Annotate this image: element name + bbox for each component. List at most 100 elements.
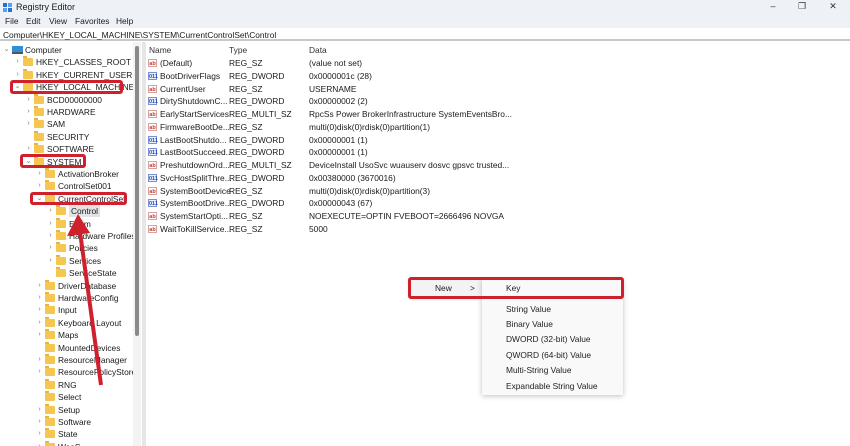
column-header-name[interactable]: Name	[149, 45, 171, 55]
menu-bar: File Edit View Favorites Help	[0, 15, 850, 28]
menu-help[interactable]: Help	[116, 16, 133, 26]
folder-icon	[45, 329, 55, 340]
tree-item-label: Services	[69, 255, 102, 266]
maximize-button[interactable]: ❐	[792, 1, 812, 13]
value-type: REG_SZ	[229, 223, 263, 234]
string-value-icon: ab	[148, 110, 157, 118]
value-data: 0x00000001 (1)	[309, 147, 368, 158]
menu-edit[interactable]: Edit	[26, 16, 40, 26]
folder-icon	[45, 366, 55, 377]
string-value-icon: ab	[148, 186, 157, 195]
tree-item-label: Maps	[58, 330, 79, 341]
value-row[interactable]: 011 DirtyShutdownC... REG_DWORD 0x00000002 …	[146, 95, 846, 107]
value-row[interactable]: ab PreshutdownOrd... REG_MULTI_SZ DeviceIns…	[146, 159, 846, 171]
value-type: REG_SZ	[229, 83, 263, 94]
chevron-right-icon[interactable]: ›	[36, 317, 43, 329]
menu-item-dword-value[interactable]: DWORD (32-bit) Value	[506, 334, 591, 344]
value-name: CurrentUser	[160, 83, 206, 94]
chevron-right-icon[interactable]: ›	[36, 304, 43, 316]
value-row[interactable]: ab (Default) REG_SZ (value not set)	[146, 57, 846, 69]
value-type: REG_DWORD	[229, 147, 285, 158]
tree-item-label: HARDWARE	[47, 107, 96, 117]
highlight-new-key	[408, 277, 624, 299]
value-data: multi(0)disk(0)rdisk(0)partition(3)	[309, 185, 430, 196]
chevron-right-icon[interactable]: ›	[47, 218, 54, 230]
value-type: REG_DWORD	[229, 96, 285, 107]
tree-scrollbar-thumb[interactable]	[135, 46, 139, 336]
highlight-currentcontrolset	[30, 192, 127, 205]
menu-favorites[interactable]: Favorites	[75, 16, 109, 26]
menu-view[interactable]: View	[49, 16, 67, 26]
highlight-hklm	[10, 80, 123, 94]
folder-icon	[45, 416, 55, 426]
value-row[interactable]: ab SystemBootDevice REG_SZ multi(0)disk(0)r…	[146, 185, 846, 197]
menu-item-qword-value[interactable]: QWORD (64-bit) Value	[506, 350, 591, 360]
chevron-right-icon[interactable]: ›	[36, 404, 43, 416]
menu-item-binary-value[interactable]: Binary Value	[506, 319, 553, 329]
value-name: LastBootSucceed...	[160, 147, 233, 158]
menu-item-multi-string-value[interactable]: Multi-String Value	[506, 365, 571, 375]
folder-icon	[23, 56, 33, 67]
string-value-icon: ab	[148, 212, 157, 220]
value-data: 5000	[309, 223, 328, 234]
column-header-data[interactable]: Data	[309, 45, 327, 55]
folder-icon	[45, 391, 55, 402]
chevron-right-icon[interactable]: ›	[25, 118, 32, 130]
chevron-right-icon[interactable]: ›	[47, 205, 54, 217]
chevron-right-icon[interactable]: ›	[36, 292, 43, 304]
value-data: (value not set)	[309, 58, 363, 68]
menu-file[interactable]: File	[5, 16, 19, 26]
chevron-right-icon[interactable]: ›	[47, 255, 54, 267]
folder-icon	[45, 168, 55, 178]
folder-icon	[34, 130, 44, 141]
folder-icon	[45, 378, 55, 389]
folder-icon	[45, 354, 55, 364]
chevron-right-icon[interactable]: ›	[36, 280, 43, 292]
string-value-icon: ab	[148, 84, 157, 93]
value-row[interactable]: ab WaitToKillService... REG_SZ 5000	[146, 223, 846, 235]
value-row[interactable]: ab CurrentUser REG_SZ USERNAME	[146, 83, 846, 95]
value-data: USERNAME	[309, 83, 357, 94]
value-data: 0x0000001c (28)	[309, 70, 372, 81]
chevron-right-icon[interactable]: ›	[36, 168, 43, 180]
chevron-right-icon[interactable]: ›	[47, 242, 54, 254]
value-type: REG_SZ	[229, 121, 263, 132]
chevron-right-icon[interactable]: ›	[36, 329, 43, 341]
chevron-right-icon[interactable]: ›	[36, 416, 43, 428]
value-row[interactable]: 011 SvcHostSplitThre... REG_DWORD 0x0038000…	[146, 172, 846, 184]
string-value-icon: ab	[148, 224, 157, 233]
value-type: REG_MULTI_SZ	[229, 109, 292, 119]
column-header-type[interactable]: Type	[229, 45, 247, 55]
chevron-right-icon[interactable]: ›	[14, 69, 21, 81]
chevron-right-icon[interactable]: ›	[36, 428, 43, 440]
value-name: SvcHostSplitThre...	[160, 172, 232, 183]
folder-icon	[56, 267, 66, 278]
value-row[interactable]: ab SystemStartOpti... REG_SZ NOEXECUTE=OPT…	[146, 210, 846, 222]
chevron-right-icon[interactable]: ›	[47, 230, 54, 242]
address-bar[interactable]: Computer\HKEY_LOCAL_MACHINE\SYSTEM\Curre…	[0, 28, 850, 41]
value-row[interactable]: 011 LastBootSucceed... REG_DWORD 0x00000001…	[146, 146, 846, 158]
minimize-button[interactable]: –	[763, 1, 783, 13]
menu-item-expandable-string-value[interactable]: Expandable String Value	[506, 381, 598, 391]
registry-editor-icon	[3, 3, 12, 12]
close-button[interactable]: ✕	[823, 1, 843, 13]
chevron-right-icon[interactable]: ›	[25, 94, 32, 106]
chevron-right-icon[interactable]: ›	[36, 354, 43, 366]
folder-icon	[56, 230, 66, 240]
value-row[interactable]: 011 SystemBootDrive... REG_DWORD 0x00000043…	[146, 197, 846, 209]
chevron-right-icon[interactable]: ›	[36, 366, 43, 378]
folder-icon	[34, 118, 44, 129]
tree-pane[interactable]: ⌄ Computer › HKEY_CLASSES_ROOT › HKEY_CURRENT…	[0, 42, 142, 446]
value-row[interactable]: 011 LastBootShutdo... REG_DWORD 0x00000001 …	[146, 134, 846, 146]
chevron-right-icon[interactable]: ›	[36, 180, 43, 192]
chevron-down-icon[interactable]: ⌄	[3, 44, 10, 56]
value-row[interactable]: ab EarlyStartServices REG_MULTI_SZ RpcSs Po…	[146, 108, 846, 120]
value-name: BootDriverFlags	[160, 70, 221, 81]
value-row[interactable]: 011 BootDriverFlags REG_DWORD 0x0000001c (2…	[146, 70, 846, 82]
chevron-right-icon[interactable]: ›	[36, 441, 43, 446]
tree-item-label: Setup	[58, 404, 80, 415]
menu-item-string-value[interactable]: String Value	[506, 304, 551, 314]
chevron-right-icon[interactable]: ›	[14, 56, 21, 68]
chevron-right-icon[interactable]: ›	[25, 106, 32, 118]
value-row[interactable]: ab FirmwareBootDe... REG_SZ multi(0)disk(0)…	[146, 121, 846, 133]
